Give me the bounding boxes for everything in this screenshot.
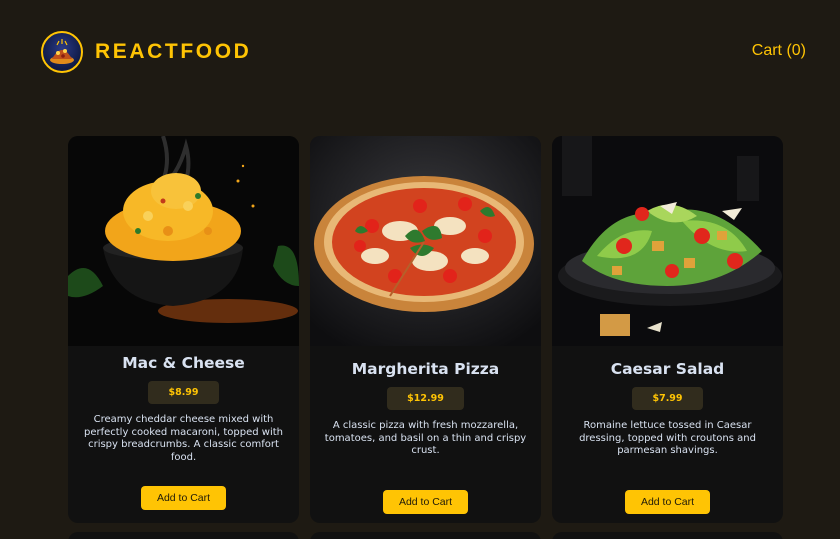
add-to-cart-button[interactable]: Add to Cart [624, 490, 711, 514]
add-to-cart-button[interactable]: Add to Cart [382, 490, 469, 514]
add-to-cart-button[interactable]: Add to Cart [140, 486, 227, 510]
meal-item-next-row [68, 532, 299, 539]
meal-name: Caesar Salad [610, 360, 725, 378]
meal-price: $8.99 [148, 381, 219, 404]
meal-price: $12.99 [387, 387, 464, 410]
meal-item-next-row [310, 532, 541, 539]
meal-name: Mac & Cheese [122, 354, 245, 372]
meal-item: Caesar Salad $7.99 Romaine lettuce tosse… [552, 136, 783, 523]
logo-icon [41, 31, 83, 73]
meal-price: $7.99 [632, 387, 703, 410]
cart-button[interactable]: Cart (0) [752, 42, 806, 60]
caesar-salad-image [552, 136, 783, 346]
meal-name: Margherita Pizza [351, 360, 500, 378]
meal-description: A classic pizza with fresh mozzarella, t… [324, 420, 527, 456]
meal-item: Margherita Pizza $12.99 A classic pizza … [310, 136, 541, 523]
meal-description: Creamy cheddar cheese mixed with perfect… [83, 414, 284, 463]
site-header: REACTFOOD Cart (0) [0, 0, 840, 104]
meal-description: Romaine lettuce tossed in Caesar dressin… [579, 420, 756, 456]
margherita-pizza-image [310, 136, 541, 346]
meals-list: Mac & Cheese $8.99 Creamy cheddar cheese… [68, 136, 783, 523]
brand-title: REACTFOOD [95, 40, 252, 63]
meal-item: Mac & Cheese $8.99 Creamy cheddar cheese… [68, 136, 299, 523]
mac-and-cheese-image [68, 136, 299, 346]
meal-item-next-row [552, 532, 783, 539]
brand: REACTFOOD [41, 31, 251, 73]
